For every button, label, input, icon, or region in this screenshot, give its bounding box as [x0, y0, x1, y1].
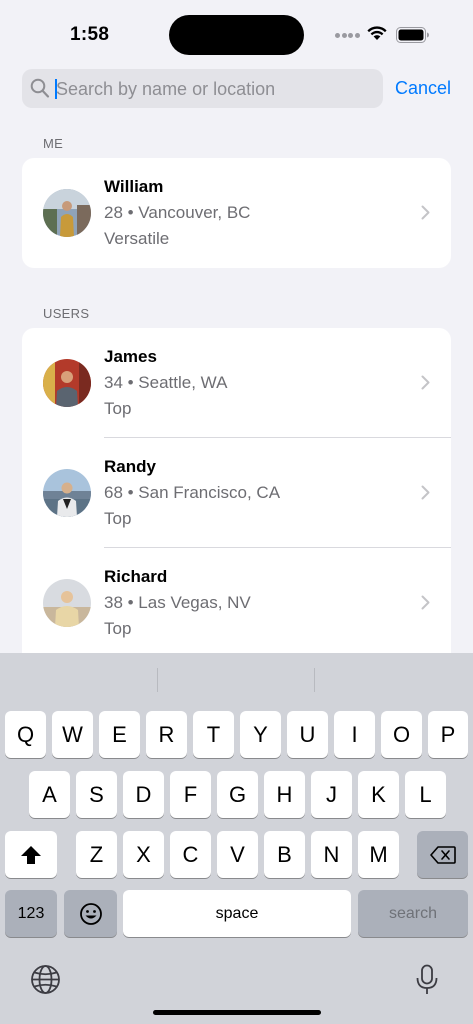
key-q[interactable]: Q	[5, 711, 46, 758]
key-j[interactable]: J	[311, 771, 352, 818]
search-input[interactable]	[56, 77, 376, 101]
status-time: 1:58	[70, 24, 110, 45]
shift-icon	[21, 845, 41, 864]
key-l[interactable]: L	[405, 771, 446, 818]
key-m[interactable]: M	[358, 831, 399, 878]
user-details: 38 • Las Vegas, NV	[104, 593, 251, 612]
suggestion-divider	[157, 668, 158, 692]
emoji-icon	[79, 902, 102, 925]
users-card: James 34 • Seattle, WA Top Randy 68 • Sa…	[22, 328, 451, 668]
space-key[interactable]: space	[123, 890, 351, 937]
user-role: Top	[104, 509, 132, 528]
key-c[interactable]: C	[170, 831, 211, 878]
avatar	[43, 579, 91, 627]
search-icon	[30, 78, 50, 98]
keyboard: Q W E R T Y U I O P A S D F G H J K L Z …	[0, 653, 473, 1024]
user-details: 28 • Vancouver, BC	[104, 203, 251, 222]
chevron-right-icon	[421, 595, 430, 610]
user-role: Top	[104, 399, 132, 418]
user-name: Richard	[104, 567, 168, 586]
microphone-icon[interactable]	[415, 964, 439, 996]
key-g[interactable]: G	[217, 771, 258, 818]
numbers-key[interactable]: 123	[5, 890, 57, 937]
emoji-key[interactable]	[64, 890, 117, 937]
list-item-user[interactable]: Richard 38 • Las Vegas, NV Top	[22, 548, 451, 658]
chevron-right-icon	[421, 485, 430, 500]
avatar	[43, 359, 91, 407]
key-r[interactable]: R	[146, 711, 187, 758]
section-header-users: USERS	[43, 306, 90, 321]
key-z[interactable]: Z	[76, 831, 117, 878]
key-t[interactable]: T	[193, 711, 234, 758]
user-details: 68 • San Francisco, CA	[104, 483, 281, 502]
me-card: William 28 • Vancouver, BC Versatile	[22, 158, 451, 268]
battery-icon	[396, 27, 429, 43]
key-d[interactable]: D	[123, 771, 164, 818]
key-e[interactable]: E	[99, 711, 140, 758]
delete-icon	[429, 845, 456, 864]
wifi-icon	[367, 26, 387, 40]
key-a[interactable]: A	[29, 771, 70, 818]
key-n[interactable]: N	[311, 831, 352, 878]
key-w[interactable]: W	[52, 711, 93, 758]
home-indicator	[153, 1010, 321, 1015]
key-k[interactable]: K	[358, 771, 399, 818]
chevron-right-icon	[421, 205, 430, 220]
key-h[interactable]: H	[264, 771, 305, 818]
user-role: Top	[104, 619, 132, 638]
user-name: James	[104, 347, 157, 366]
key-v[interactable]: V	[217, 831, 258, 878]
shift-key[interactable]	[5, 831, 57, 878]
globe-icon[interactable]	[30, 964, 61, 995]
key-u[interactable]: U	[287, 711, 328, 758]
section-header-me: ME	[43, 136, 64, 151]
list-item-me[interactable]: William 28 • Vancouver, BC Versatile	[22, 158, 451, 268]
key-x[interactable]: X	[123, 831, 164, 878]
user-name: William	[104, 177, 164, 196]
suggestion-divider	[314, 668, 315, 692]
key-p[interactable]: P	[428, 711, 468, 758]
status-bar: 1:58	[0, 0, 473, 66]
user-details: 34 • Seattle, WA	[104, 373, 228, 392]
delete-key[interactable]	[417, 831, 468, 878]
user-role: Versatile	[104, 229, 170, 248]
key-s[interactable]: S	[76, 771, 117, 818]
cancel-button[interactable]: Cancel	[395, 78, 451, 99]
avatar	[43, 189, 91, 237]
key-o[interactable]: O	[381, 711, 422, 758]
cellular-signal-icon	[335, 33, 361, 39]
key-i[interactable]: I	[334, 711, 375, 758]
chevron-right-icon	[421, 375, 430, 390]
text-cursor	[55, 79, 57, 99]
key-y[interactable]: Y	[240, 711, 281, 758]
list-item-user[interactable]: James 34 • Seattle, WA Top	[22, 328, 451, 438]
dynamic-island	[169, 15, 304, 55]
user-name: Randy	[104, 457, 156, 476]
list-item-user[interactable]: Randy 68 • San Francisco, CA Top	[22, 438, 451, 548]
search-key[interactable]: search	[358, 890, 468, 937]
key-f[interactable]: F	[170, 771, 211, 818]
key-b[interactable]: B	[264, 831, 305, 878]
avatar	[43, 469, 91, 517]
